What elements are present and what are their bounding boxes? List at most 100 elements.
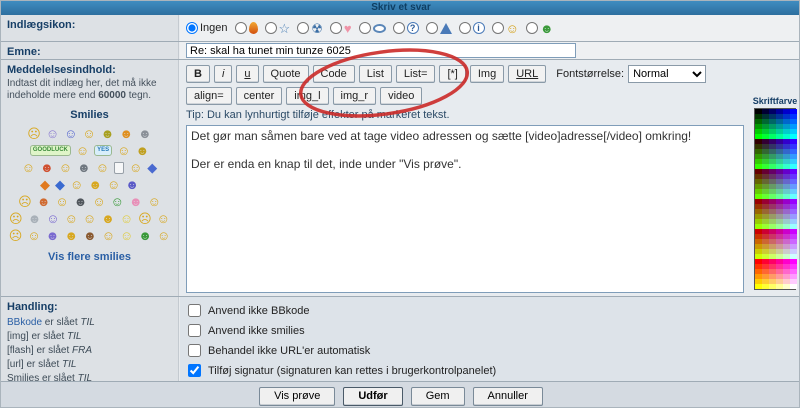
- heart-icon-radio[interactable]: [330, 22, 342, 34]
- palette-color[interactable]: [783, 284, 790, 289]
- list-item-button[interactable]: [*]: [439, 65, 465, 83]
- embarrassed-smiley[interactable]: ☺: [83, 212, 96, 226]
- url-button[interactable]: URL: [508, 65, 546, 83]
- fontsize-select[interactable]: Normal: [628, 65, 706, 83]
- party-smiley[interactable]: ☻: [101, 212, 115, 226]
- question-icon-radio[interactable]: [393, 22, 405, 34]
- yellow-smiley[interactable]: ☺: [120, 229, 133, 243]
- happy-smiley[interactable]: ☺: [70, 178, 83, 192]
- speech-bubble-icon-radio[interactable]: [359, 22, 371, 34]
- nerd-smiley[interactable]: ☺: [157, 212, 170, 226]
- grin-smiley[interactable]: ☺: [55, 195, 68, 209]
- angry-red-smiley[interactable]: ☻: [40, 161, 54, 175]
- calm-smiley[interactable]: ☺: [148, 195, 161, 209]
- more-smilies-link[interactable]: Vis flere smilies: [7, 251, 172, 263]
- bold-button[interactable]: B: [186, 65, 210, 83]
- palette-color[interactable]: [769, 284, 776, 289]
- palette-color[interactable]: [755, 284, 762, 289]
- icon-none-option[interactable]: Ingen: [186, 22, 228, 34]
- cool-blue-smiley[interactable]: ☻: [125, 178, 139, 192]
- img-button[interactable]: Img: [470, 65, 504, 83]
- small-smiley[interactable]: ☺: [129, 161, 142, 175]
- handshake-smiley[interactable]: ☺: [59, 161, 72, 175]
- shy-smiley[interactable]: ☺: [117, 144, 130, 158]
- yes-sign-smiley[interactable]: YES: [94, 145, 112, 156]
- align-button[interactable]: align=: [186, 87, 232, 105]
- dog-smiley[interactable]: ☹: [18, 195, 32, 209]
- wink-smiley[interactable]: ☺: [107, 178, 120, 192]
- violet-smiley[interactable]: ☺: [46, 212, 59, 226]
- orange-fish-smiley[interactable]: ◆: [40, 178, 50, 192]
- palette-color[interactable]: [790, 284, 797, 289]
- posting-option-checkbox-1[interactable]: [188, 324, 201, 337]
- img-right-button[interactable]: img_r: [333, 87, 377, 105]
- question-icon-option[interactable]: ?: [393, 22, 419, 34]
- code-button[interactable]: Code: [313, 65, 355, 83]
- purple-smiley[interactable]: ☺: [46, 127, 59, 141]
- heart-icon-option[interactable]: ♥: [330, 22, 352, 35]
- goodluck-sign-smiley[interactable]: GOODLUCK: [30, 145, 71, 156]
- walking-smiley[interactable]: ☻: [135, 144, 149, 158]
- green-smiley[interactable]: ☺: [111, 195, 124, 209]
- toilet-smiley[interactable]: [114, 162, 124, 174]
- bee-smiley[interactable]: ☻: [101, 127, 115, 141]
- laugh-smiley[interactable]: ☻: [88, 178, 102, 192]
- flame-icon-radio[interactable]: [235, 22, 247, 34]
- group-smiley[interactable]: ☻: [129, 195, 143, 209]
- crab-smiley[interactable]: ☻: [119, 127, 133, 141]
- subject-input[interactable]: [186, 43, 576, 58]
- cancel-button[interactable]: Annuller: [473, 387, 543, 406]
- blush-smiley[interactable]: ☺: [92, 195, 105, 209]
- wink2-smiley[interactable]: ☺: [157, 229, 170, 243]
- quote-button[interactable]: Quote: [263, 65, 309, 83]
- warning-icon-option[interactable]: [426, 22, 452, 34]
- scared-smiley[interactable]: ☹: [9, 229, 23, 243]
- smile-smiley[interactable]: ☺: [82, 127, 95, 141]
- shades-smiley[interactable]: ☻: [74, 195, 88, 209]
- blue-smiley[interactable]: ☺: [64, 127, 77, 141]
- flame-icon-option[interactable]: [235, 22, 258, 34]
- info-icon-option[interactable]: i: [459, 22, 485, 34]
- center-button[interactable]: center: [236, 87, 283, 105]
- smiley-icon-radio[interactable]: [492, 22, 504, 34]
- underline-button[interactable]: u: [236, 65, 258, 83]
- smile2-smiley[interactable]: ☺: [96, 161, 109, 175]
- palette-color[interactable]: [762, 284, 769, 289]
- warning-icon-radio[interactable]: [426, 22, 438, 34]
- message-textarea[interactable]: Det gør man såmen bare ved at tage video…: [186, 125, 744, 293]
- img-left-button[interactable]: img_l: [286, 87, 328, 105]
- italic-button[interactable]: i: [214, 65, 232, 83]
- submit-button[interactable]: Udfør: [343, 387, 402, 406]
- save-button[interactable]: Gem: [411, 387, 465, 406]
- video-button[interactable]: video: [380, 87, 422, 105]
- list-button[interactable]: List: [359, 65, 392, 83]
- star-icon-radio[interactable]: [265, 22, 277, 34]
- pale-smiley[interactable]: ☺: [120, 212, 133, 226]
- cheers-smiley[interactable]: ☺: [76, 144, 89, 158]
- beer-smiley[interactable]: ☺: [22, 161, 35, 175]
- green-laugh-smiley[interactable]: ☻: [138, 229, 152, 243]
- smiley-icon-option[interactable]: ☺: [492, 22, 519, 35]
- tongue-smiley[interactable]: ☺: [65, 212, 78, 226]
- palette-color[interactable]: [776, 284, 783, 289]
- ordered-list-button[interactable]: List=: [396, 65, 436, 83]
- pirate-smiley[interactable]: ☻: [83, 229, 97, 243]
- blue-fish-smiley[interactable]: ◆: [147, 161, 157, 175]
- binoculars-smiley[interactable]: ☻: [77, 161, 91, 175]
- shock-smiley[interactable]: ☹: [138, 212, 152, 226]
- bbcode-link[interactable]: BBkode: [7, 317, 42, 328]
- sad2-smiley[interactable]: ☹: [9, 212, 23, 226]
- smirk-smiley[interactable]: ☺: [27, 229, 40, 243]
- green-smiley-icon-option[interactable]: ☻: [526, 22, 554, 35]
- radioactive-icon-option[interactable]: ☢: [297, 22, 323, 35]
- speech-bubble-icon-option[interactable]: [359, 22, 386, 34]
- fox-smiley[interactable]: ☻: [37, 195, 51, 209]
- info-icon-radio[interactable]: [459, 22, 471, 34]
- evil-smiley[interactable]: ☻: [46, 229, 60, 243]
- posting-option-checkbox-3[interactable]: [188, 364, 201, 377]
- knight-smiley[interactable]: ☻: [138, 127, 152, 141]
- frown-smiley[interactable]: ☹: [27, 127, 41, 141]
- radioactive-icon-radio[interactable]: [297, 22, 309, 34]
- preview-button[interactable]: Vis prøve: [259, 387, 335, 406]
- posting-option-checkbox-0[interactable]: [188, 304, 201, 317]
